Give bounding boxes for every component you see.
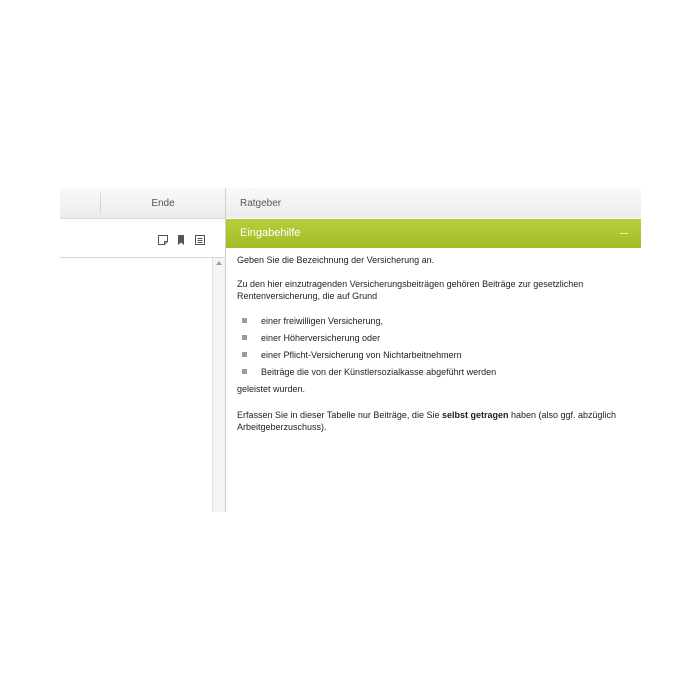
list-item: einer freiwilligen Versicherung, <box>237 315 632 332</box>
minus-icon <box>620 233 628 234</box>
list-item-text: Beiträge die von der Künstlersozialkasse… <box>261 367 497 377</box>
right-pane: Ratgeber Eingabehilfe Geben Sie die Beze… <box>225 188 641 512</box>
bullet-icon <box>242 318 247 323</box>
left-tab-bar: Ende <box>60 188 225 219</box>
list-item: einer Höherversicherung oder <box>237 332 632 349</box>
tab-ende[interactable]: Ende <box>101 188 225 218</box>
left-toolbar <box>60 219 225 258</box>
p4-text-start: Erfassen Sie in dieser Tabelle nur Beitr… <box>237 410 442 420</box>
list-item-text: einer Höherversicherung oder <box>261 333 381 343</box>
bookmark-icon[interactable] <box>175 234 187 246</box>
help-paragraph-2: Zu den hier einzutragenden Versicherungs… <box>237 279 584 301</box>
panel-title: Eingabehilfe <box>240 227 301 239</box>
bullet-icon <box>242 335 247 340</box>
help-bullet-list: einer freiwilligen Versicherung, einer H… <box>237 315 632 383</box>
app-window: Ende Ratgeber Eingabehilfe Geben Sie die… <box>60 188 641 512</box>
list-item: einer Pflicht-Versicherung von Nichtarbe… <box>237 349 632 366</box>
eingabehilfe-header[interactable]: Eingabehilfe <box>226 219 641 248</box>
scroll-up-icon[interactable] <box>216 261 222 265</box>
p4-bold-text: selbst getragen <box>441 410 509 420</box>
collapse-button[interactable] <box>617 227 631 239</box>
help-paragraph-4: Erfassen Sie in dieser Tabelle nur Beitr… <box>237 409 632 433</box>
help-paragraph-3: geleistet wurden. <box>237 384 306 394</box>
left-pane: Ende <box>60 188 226 512</box>
note-icon[interactable] <box>157 234 169 246</box>
list-item: Beiträge die von der Künstlersozialkasse… <box>237 366 632 383</box>
help-paragraph-1: Geben Sie die Bezeichnung der Versicheru… <box>237 255 435 265</box>
vertical-scrollbar[interactable] <box>212 258 226 512</box>
list-item-text: einer Pflicht-Versicherung von Nichtarbe… <box>261 350 462 360</box>
document-icon[interactable] <box>194 234 206 246</box>
tab-ratgeber[interactable]: Ratgeber <box>240 188 281 218</box>
right-tab-bar: Ratgeber <box>226 188 641 218</box>
bullet-icon <box>242 352 247 357</box>
left-list-area[interactable] <box>60 258 212 512</box>
bullet-icon <box>242 369 247 374</box>
list-item-text: einer freiwilligen Versicherung, <box>261 316 384 326</box>
